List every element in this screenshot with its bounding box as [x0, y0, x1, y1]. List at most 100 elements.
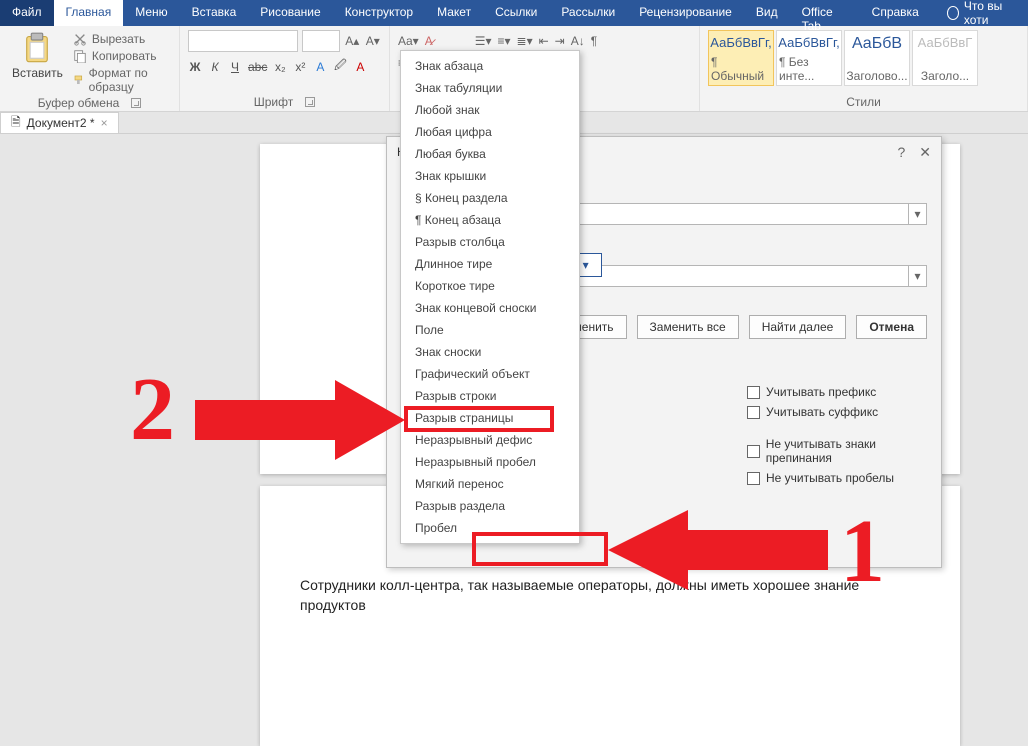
check-prefix[interactable]: Учитывать префикс: [747, 385, 878, 399]
ribbon-group-clipboard: Вставить Вырезать Копировать Формат по о…: [0, 26, 180, 111]
copy-button[interactable]: Копировать: [73, 49, 171, 63]
font-color-button[interactable]: A: [353, 60, 367, 74]
font-name-input[interactable]: [188, 30, 298, 52]
bullets-button[interactable]: ☰▾: [475, 34, 492, 48]
tab-draw[interactable]: Рисование: [248, 0, 332, 26]
mi-page-break[interactable]: Разрыв страницы: [401, 407, 579, 429]
italic-button[interactable]: К: [208, 60, 222, 74]
increase-indent-button[interactable]: ⇥: [555, 34, 565, 48]
mi-optional-hyphen[interactable]: Мягкий перенос: [401, 473, 579, 495]
numbering-button[interactable]: ≡▾: [498, 34, 511, 48]
annotation-number-1: 1: [840, 500, 885, 603]
mi-nonbreaking-space[interactable]: Неразрывный пробел: [401, 451, 579, 473]
style-sample: АаБбВвГг,: [778, 35, 839, 50]
tab-menu[interactable]: Меню: [123, 0, 179, 26]
mi-column-break[interactable]: Разрыв столбца: [401, 231, 579, 253]
mi-endnote-mark[interactable]: Знак концевой сноски: [401, 297, 579, 319]
style-sample: АаБбВвГ: [918, 35, 973, 50]
multilevel-button[interactable]: ≣▾: [517, 34, 533, 48]
show-marks-button[interactable]: ¶: [591, 34, 597, 48]
menubar: Файл Главная Меню Вставка Рисование Конс…: [0, 0, 1028, 26]
dialog-help-button[interactable]: ?: [897, 144, 905, 161]
style-sample: АаБбВвГг,: [710, 35, 771, 50]
check-suffix-label: Учитывать суффикс: [766, 405, 878, 419]
find-dropdown-icon[interactable]: ▾: [908, 204, 926, 224]
doc-icon: 🗎: [11, 113, 21, 134]
shrink-font-button[interactable]: A▾: [365, 31, 382, 51]
highlight-button[interactable]: 🖉: [333, 56, 347, 77]
mi-footnote-mark[interactable]: Знак сноски: [401, 341, 579, 363]
mi-paragraph-mark[interactable]: Знак абзаца: [401, 55, 579, 77]
mi-any-letter[interactable]: Любая буква: [401, 143, 579, 165]
tab-design[interactable]: Конструктор: [333, 0, 425, 26]
tab-insert[interactable]: Вставка: [180, 0, 249, 26]
document-tab[interactable]: 🗎 Документ2 * ×: [0, 112, 119, 133]
tab-officetab[interactable]: Office Tab: [790, 0, 860, 26]
special-characters-menu: Знак абзаца Знак табуляции Любой знак Лю…: [400, 50, 580, 544]
strike-button[interactable]: abc: [248, 60, 267, 74]
mi-any-char[interactable]: Любой знак: [401, 99, 579, 121]
format-painter-label: Формат по образцу: [89, 66, 171, 94]
text-effects-button[interactable]: A: [313, 60, 327, 74]
tell-me[interactable]: Что вы хоти: [939, 0, 1028, 26]
mi-paragraph-end[interactable]: ¶ Конец абзаца: [401, 209, 579, 231]
check-suffix[interactable]: Учитывать суффикс: [747, 405, 878, 419]
style-normal[interactable]: АаБбВвГг, ¶ Обычный: [708, 30, 774, 86]
mi-caret[interactable]: Знак крышки: [401, 165, 579, 187]
mi-line-break[interactable]: Разрыв строки: [401, 385, 579, 407]
cancel-button[interactable]: Отмена: [856, 315, 927, 339]
grow-font-button[interactable]: A▴: [344, 31, 361, 51]
style-label: Заголо...: [921, 69, 969, 83]
check-ignore-spaces[interactable]: Не учитывать пробелы: [747, 471, 941, 485]
paste-button[interactable]: Вставить: [8, 30, 67, 94]
mi-en-dash[interactable]: Короткое тире: [401, 275, 579, 297]
ribbon-group-styles: АаБбВвГг, ¶ Обычный АаБбВвГг,¶ Без инте..…: [700, 26, 1028, 111]
clear-formatting-button[interactable]: A̷: [425, 34, 433, 48]
subscript-button[interactable]: x₂: [273, 60, 287, 74]
check-ignore-punct[interactable]: Не учитывать знаки препинания: [747, 437, 941, 465]
lightbulb-icon: [947, 6, 959, 20]
styles-caption: Стили: [846, 95, 881, 109]
sort-button[interactable]: A↓: [571, 34, 585, 48]
style-heading2[interactable]: АаБбВвГ Заголо...: [912, 30, 978, 86]
dialog-close-button[interactable]: ✕: [919, 144, 931, 161]
change-case-button[interactable]: Aa▾: [398, 34, 419, 48]
decrease-indent-button[interactable]: ⇤: [539, 34, 549, 48]
style-no-spacing[interactable]: АаБбВвГг,¶ Без инте...: [776, 30, 842, 86]
replace-dropdown-icon[interactable]: ▾: [908, 266, 926, 286]
replace-all-button[interactable]: Заменить все: [637, 315, 739, 339]
mi-tab-char[interactable]: Знак табуляции: [401, 77, 579, 99]
font-launcher[interactable]: [305, 97, 315, 107]
format-painter-button[interactable]: Формат по образцу: [73, 66, 171, 94]
tab-references[interactable]: Ссылки: [483, 0, 549, 26]
tab-file[interactable]: Файл: [0, 0, 54, 26]
style-sample: АаБбВ: [852, 35, 902, 53]
find-next-button[interactable]: Найти далее: [749, 315, 847, 339]
cut-button[interactable]: Вырезать: [73, 32, 171, 46]
tab-view[interactable]: Вид: [744, 0, 790, 26]
paste-label: Вставить: [12, 66, 63, 80]
mi-any-digit[interactable]: Любая цифра: [401, 121, 579, 143]
font-size-input[interactable]: [302, 30, 340, 52]
mi-section-end[interactable]: § Конец раздела: [401, 187, 579, 209]
style-heading1[interactable]: АаБбВЗаголово...: [844, 30, 910, 86]
mi-em-dash[interactable]: Длинное тире: [401, 253, 579, 275]
mi-graphic[interactable]: Графический объект: [401, 363, 579, 385]
close-doc-tab[interactable]: ×: [101, 116, 108, 130]
style-label: ¶ Обычный: [711, 55, 771, 83]
underline-button[interactable]: Ч: [228, 60, 242, 74]
bold-button[interactable]: Ж: [188, 60, 202, 74]
tab-mailings[interactable]: Рассылки: [549, 0, 627, 26]
tab-help[interactable]: Справка: [860, 0, 931, 26]
superscript-button[interactable]: x²: [293, 60, 307, 74]
tab-home[interactable]: Главная: [54, 0, 124, 26]
mi-section-break[interactable]: Разрыв раздела: [401, 495, 579, 517]
mi-space[interactable]: Пробел: [401, 517, 579, 539]
check-prefix-label: Учитывать префикс: [766, 385, 876, 399]
tab-review[interactable]: Рецензирование: [627, 0, 744, 26]
tab-layout[interactable]: Макет: [425, 0, 483, 26]
mi-nonbreaking-hyphen[interactable]: Неразрывный дефис: [401, 429, 579, 451]
clipboard-launcher[interactable]: [131, 98, 141, 108]
ribbon-group-font: A▴ A▾ Ж К Ч abc x₂ x² A 🖉 A Шрифт: [180, 26, 390, 111]
mi-field[interactable]: Поле: [401, 319, 579, 341]
